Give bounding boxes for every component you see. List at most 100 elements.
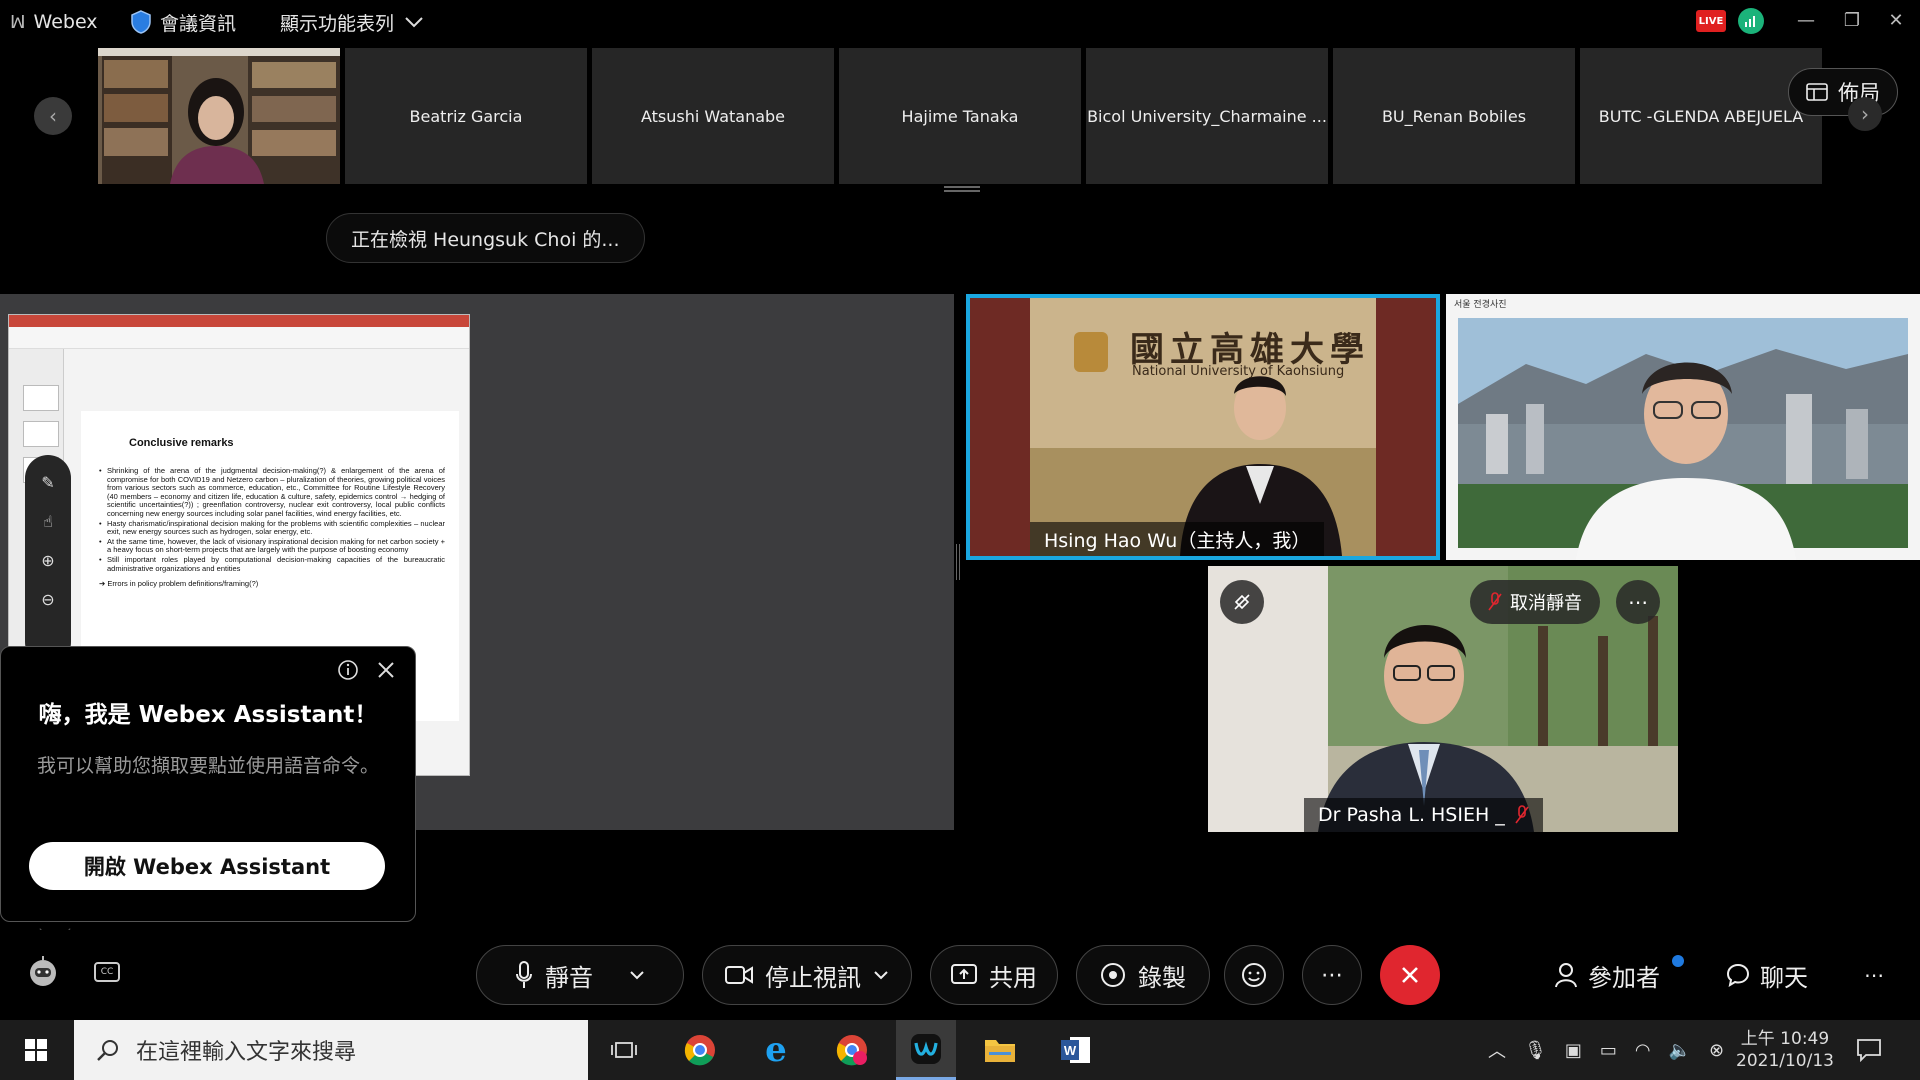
- close-window-button[interactable]: ✕: [1876, 0, 1916, 40]
- chrome-icon: [836, 1035, 867, 1066]
- show-menu-bar-button[interactable]: 顯示功能表列: [280, 0, 424, 44]
- overflow-menu-button[interactable]: ⋯: [1864, 945, 1884, 1005]
- slide-bullets: Shrinking of the arena of the judgmental…: [99, 466, 445, 573]
- participants-button[interactable]: 參加者: [1554, 945, 1684, 1005]
- record-icon: [1101, 963, 1125, 987]
- filmstrip-tile[interactable]: Beatriz Garcia: [345, 48, 587, 184]
- slide-title: Conclusive remarks: [129, 437, 234, 449]
- task-view-icon: [611, 1042, 637, 1058]
- word-app[interactable]: W: [1046, 1020, 1106, 1080]
- viewing-share-indicator[interactable]: 正在檢視 Heungsuk Choi 的...: [326, 213, 645, 263]
- pasha-name: Dr Pasha L. HSIEH _: [1318, 804, 1505, 826]
- share-screen-icon: [951, 964, 977, 984]
- app-name: Webex: [33, 11, 98, 33]
- microphone-tray-icon[interactable]: 🎙: [1524, 1040, 1547, 1061]
- battery-icon[interactable]: ▭: [1600, 1040, 1617, 1061]
- end-call-button[interactable]: [1380, 945, 1440, 1005]
- layout-button[interactable]: 佈局: [1788, 68, 1898, 116]
- video-tile-seoul[interactable]: 서울 전경사진: [1446, 294, 1920, 560]
- webex-app[interactable]: [896, 1020, 956, 1080]
- chevron-down-icon: [405, 17, 423, 28]
- info-icon[interactable]: [335, 657, 361, 683]
- meeting-info-label: 會議資訊: [160, 12, 237, 35]
- filmstrip-video-self[interactable]: [98, 48, 340, 184]
- taskbar-clock[interactable]: 上午 10:49 2021/10/13: [1736, 1020, 1834, 1080]
- network-stats-icon[interactable]: [1738, 8, 1764, 34]
- close-icon: [1402, 967, 1418, 983]
- video-tile-pasha[interactable]: 取消靜音 ⋯ Dr Pasha L. HSIEH _: [1208, 566, 1678, 832]
- file-explorer-app[interactable]: [970, 1020, 1030, 1080]
- start-button[interactable]: [6, 1020, 66, 1080]
- chrome-profile-app[interactable]: [822, 1020, 882, 1080]
- title-bar: ꟽ Webex 會議資訊 顯示功能表列 LIVE — ❐ ✕: [0, 0, 1920, 44]
- participants-label: 參加者: [1588, 963, 1660, 992]
- chevron-down-icon[interactable]: [629, 970, 645, 980]
- filmstrip-tile[interactable]: Atsushi Watanabe: [592, 48, 834, 184]
- filmstrip-next-button[interactable]: ›: [1848, 97, 1882, 131]
- participant-name: Atsushi Watanabe: [640, 106, 786, 126]
- chat-button[interactable]: 聊天: [1726, 945, 1808, 1005]
- seoul-video: [1446, 294, 1920, 560]
- chat-bubble-icon: [1726, 963, 1750, 987]
- video-tile-host[interactable]: 國立高雄大學 National University of Kaohsiung …: [966, 294, 1440, 560]
- enable-assistant-button[interactable]: 開啟 Webex Assistant: [29, 842, 385, 890]
- pin-video-button[interactable]: [1220, 580, 1264, 624]
- filmstrip-tile[interactable]: BU_Renan Bobiles: [1333, 48, 1575, 184]
- wifi-icon[interactable]: ◠: [1635, 1040, 1651, 1061]
- filmstrip-resize-handle[interactable]: [944, 186, 980, 192]
- internet-explorer-icon: e: [765, 1030, 787, 1070]
- notification-dot: [1672, 955, 1684, 967]
- slide-arrow-line: ➔ Errors in policy problem definitions/f…: [99, 579, 259, 589]
- zoom-in-icon[interactable]: ⊕: [41, 551, 54, 570]
- windows-logo-icon: [25, 1039, 47, 1061]
- pointer-icon[interactable]: ☝: [43, 512, 53, 531]
- chrome-app[interactable]: [670, 1020, 730, 1080]
- restore-button[interactable]: ❐: [1832, 0, 1872, 40]
- filmstrip-tile[interactable]: Bicol University_Charmaine ...: [1086, 48, 1328, 184]
- more-options-button[interactable]: ⋯: [1616, 580, 1660, 624]
- stop-video-button[interactable]: 停止視訊: [702, 945, 912, 1005]
- slide-bullet: Hasty charismatic/inspirational decision…: [99, 519, 445, 537]
- closed-caption-icon[interactable]: CC: [94, 962, 120, 982]
- screen-share-tray-icon[interactable]: ▣: [1565, 1040, 1582, 1061]
- share-label: 共用: [989, 963, 1037, 992]
- seoul-slide-caption: 서울 전경사진: [1454, 300, 1507, 310]
- task-view-button[interactable]: [594, 1020, 654, 1080]
- record-button[interactable]: 錄製: [1076, 945, 1210, 1005]
- participant-name: Bicol University_Charmaine ...: [1087, 106, 1327, 126]
- pasha-name-tag: Dr Pasha L. HSIEH _: [1304, 798, 1543, 832]
- slide-bullet: Still important roles played by computat…: [99, 555, 445, 573]
- filmstrip-prev-button[interactable]: ‹: [34, 97, 72, 135]
- live-badge[interactable]: LIVE: [1696, 10, 1726, 32]
- close-icon[interactable]: [373, 657, 399, 683]
- meeting-info-button[interactable]: 會議資訊: [130, 0, 236, 44]
- more-controls-button[interactable]: ⋯: [1302, 945, 1362, 1005]
- taskbar-search-box[interactable]: 在這裡輸入文字來搜尋: [74, 1020, 588, 1080]
- share-button[interactable]: 共用: [930, 945, 1058, 1005]
- no-network-icon[interactable]: ⊗: [1709, 1040, 1724, 1061]
- edge-legacy-app[interactable]: e: [746, 1020, 806, 1080]
- ppt-title-bar: [9, 315, 469, 327]
- university-banner-subtitle: National University of Kaohsiung: [1132, 364, 1345, 379]
- ppt-ribbon: [9, 327, 469, 349]
- participant-name: Beatriz Garcia: [409, 106, 523, 126]
- chevron-up-icon[interactable]: ︿: [1488, 1037, 1506, 1063]
- system-tray: ︿ 🎙 ▣ ▭ ◠ 🔈 ⊗: [1488, 1020, 1724, 1080]
- unmute-participant-button[interactable]: 取消靜音: [1470, 580, 1600, 624]
- chevron-down-icon[interactable]: [873, 970, 889, 980]
- action-center-button[interactable]: [1856, 1020, 1882, 1080]
- assistant-icon[interactable]: [26, 954, 60, 988]
- filmstrip-tile[interactable]: BUTC -GLENDA ABEJUELA: [1580, 48, 1822, 184]
- record-label: 錄製: [1138, 963, 1186, 992]
- reactions-button[interactable]: [1224, 945, 1284, 1005]
- svg-text:W: W: [1064, 1043, 1077, 1058]
- mute-button[interactable]: 靜音: [476, 945, 684, 1005]
- zoom-out-icon[interactable]: ⊖: [41, 590, 54, 609]
- mic-muted-icon: [1488, 592, 1502, 611]
- pen-icon[interactable]: ✎: [41, 473, 54, 492]
- minimize-button[interactable]: —: [1786, 0, 1826, 40]
- stage-resize-handle[interactable]: [956, 544, 960, 580]
- filmstrip-tile[interactable]: Hajime Tanaka: [839, 48, 1081, 184]
- volume-icon[interactable]: 🔈: [1669, 1040, 1691, 1061]
- shield-icon: [131, 10, 151, 34]
